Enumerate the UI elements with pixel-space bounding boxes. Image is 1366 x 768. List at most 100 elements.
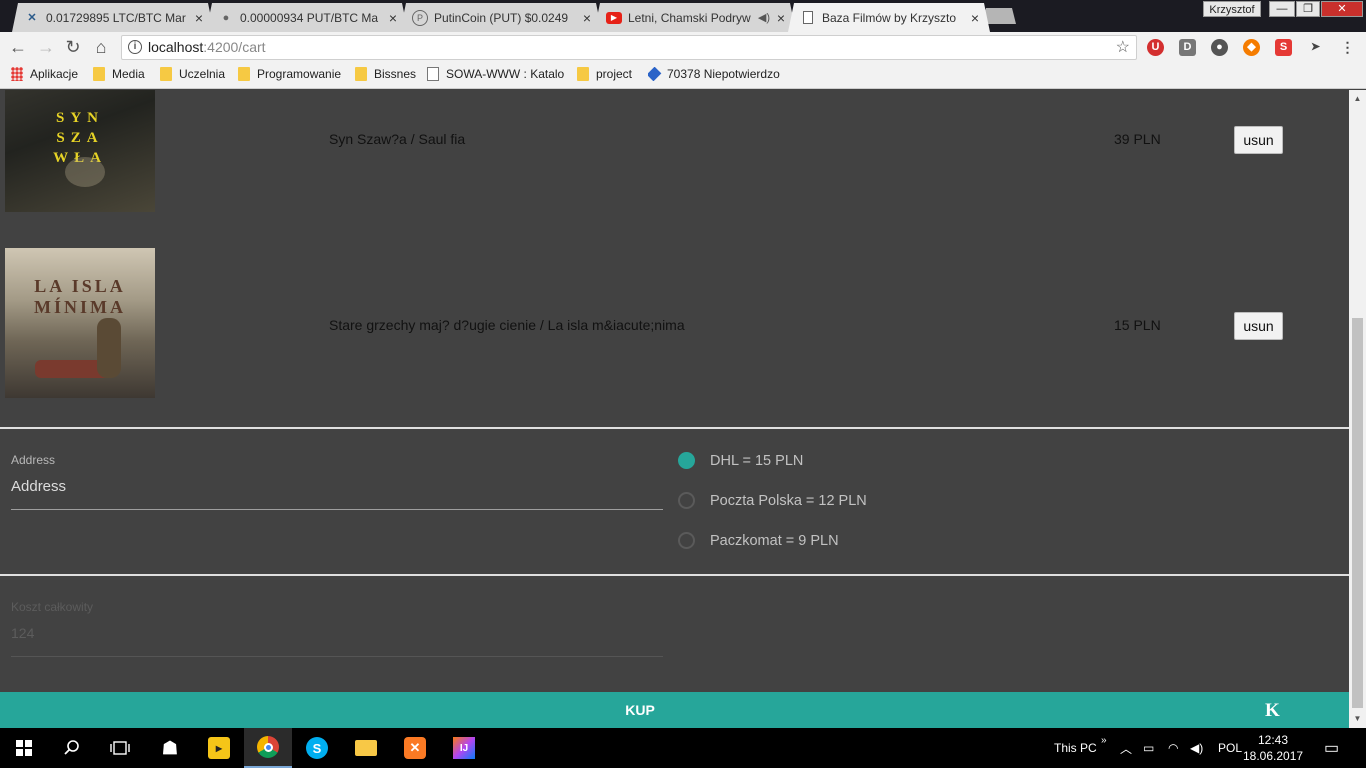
total-label: Koszt całkowity [11, 600, 94, 614]
movie-poster: LA ISLA MÍNIMA [5, 248, 155, 398]
bookmark-page[interactable]: SOWA-WWW : Katalo [427, 67, 564, 81]
close-tab-icon[interactable]: × [968, 10, 982, 26]
home-icon[interactable]: ⌂ [90, 36, 112, 58]
cart-item: SYN SZA WŁA Syn Szaw?a / Saul fia 39 PLN… [0, 90, 1349, 212]
scroll-down-icon[interactable]: ▼ [1349, 712, 1366, 726]
address-label: Address [11, 453, 56, 467]
scrollbar-thumb[interactable] [1352, 318, 1363, 708]
address-underline [11, 509, 663, 510]
movie-price: 15 PLN [1114, 317, 1161, 333]
speaker-icon[interactable]: ◀) [758, 11, 770, 24]
close-tab-icon[interactable]: × [386, 10, 400, 26]
bookmark-label: Bissnes [374, 67, 417, 81]
bookmark-link[interactable]: 70378 Niepotwierdzo [648, 67, 783, 81]
exchange-x-icon: ✕ [27, 12, 37, 24]
taskbar-app[interactable]: S [293, 728, 341, 768]
remove-item-button[interactable]: usun [1234, 312, 1283, 340]
shipping-option-paczkomat[interactable]: Paczkomat = 9 PLN [678, 532, 839, 549]
cart-item: LA ISLA MÍNIMA Stare grzechy maj? d?ugie… [0, 248, 1349, 398]
clock[interactable]: 12:43 18.06.2017 [1243, 732, 1303, 764]
bookmark-label: Media [112, 67, 145, 81]
toolbar-expand-icon[interactable]: » [1101, 720, 1107, 760]
youtube-icon: ▶ [606, 12, 622, 24]
skype-icon: S [306, 737, 328, 759]
cursor-extension-icon[interactable]: ➤ [1307, 39, 1324, 56]
extension-icon[interactable]: S [1275, 39, 1292, 56]
shipping-option-label: Paczkomat = 9 PLN [710, 532, 839, 549]
tab-title: Letni, Chamski Podryw [628, 10, 751, 25]
adblock-extension-icon[interactable]: U [1147, 39, 1164, 56]
movie-title: Stare grzechy maj? d?ugie cienie / La is… [329, 317, 685, 333]
windows-logo-icon [13, 737, 35, 759]
bookmark-folder[interactable]: Uczelnia [160, 67, 225, 81]
reload-icon[interactable]: ↻ [62, 36, 84, 58]
taskbar-app[interactable]: IJ [440, 728, 488, 768]
bookmark-label: 70378 Niepotwierdzo [667, 67, 780, 81]
notifications-icon[interactable]: ▭ [1324, 728, 1339, 768]
bookmarks-bar: Aplikacje Media Uczelnia Programowanie B… [0, 62, 1366, 89]
buy-button[interactable]: KUP K [0, 692, 1349, 728]
poster-title-text: LA ISLA MÍNIMA [34, 276, 126, 317]
remove-item-button[interactable]: usun [1234, 126, 1283, 154]
browser-tab-bar: ✕ 0.01729895 LTC/BTC Mar × ● 0.00000934 … [0, 0, 1366, 32]
back-icon[interactable]: ← [7, 36, 29, 58]
show-hidden-icons-icon[interactable]: ︿ [1120, 728, 1132, 768]
browser-tab[interactable]: ✕ 0.01729895 LTC/BTC Mar × [12, 3, 214, 32]
profile-button[interactable]: Krzysztof [1203, 1, 1261, 17]
address-input[interactable]: Address [11, 478, 66, 495]
volume-icon[interactable]: ◀) [1190, 728, 1203, 768]
address-bar[interactable]: i localhost:4200/cart ☆ [121, 35, 1137, 60]
battery-icon[interactable]: ▭ [1143, 728, 1154, 768]
browser-tab[interactable]: P PutinCoin (PUT) $0.0249 × [400, 3, 602, 32]
radio-selected-icon [678, 452, 695, 469]
coin-icon: P [412, 10, 428, 26]
forward-icon[interactable]: → [35, 36, 57, 58]
task-view-button[interactable] [96, 728, 144, 768]
restore-button[interactable]: ❐ [1296, 1, 1320, 17]
language-indicator[interactable]: POL [1218, 728, 1242, 768]
search-button[interactable] [48, 728, 96, 768]
shipping-option-poczta[interactable]: Poczta Polska = 12 PLN [678, 492, 867, 509]
section-divider [0, 427, 1349, 429]
taskbar-app[interactable]: ✕ [391, 728, 439, 768]
scroll-up-icon[interactable]: ▲ [1349, 92, 1366, 106]
menu-icon[interactable]: ⋮ [1339, 39, 1356, 56]
bookmark-label: Programowanie [257, 67, 342, 81]
url-host: localhost [148, 39, 204, 55]
taskbar-app[interactable]: ☗ [146, 728, 194, 768]
shipping-option-dhl[interactable]: DHL = 15 PLN [678, 452, 803, 469]
page-icon [427, 67, 439, 81]
bookmark-folder[interactable]: Media [93, 67, 145, 81]
bookmark-folder[interactable]: Bissnes [355, 67, 416, 81]
wifi-icon[interactable]: ◠ [1168, 728, 1178, 768]
this-pc-label[interactable]: This PC [1054, 728, 1097, 768]
fox-icon: ☗ [161, 737, 179, 758]
minimize-button[interactable]: — [1269, 1, 1295, 17]
movie-title: Syn Szaw?a / Saul fia [329, 131, 466, 147]
shipping-option-label: Poczta Polska = 12 PLN [710, 492, 867, 509]
close-tab-icon[interactable]: × [774, 10, 788, 26]
browser-tab-active[interactable]: Baza Filmów by Krzyszto × [788, 3, 990, 32]
extension-icon[interactable]: ◆ [1243, 39, 1260, 56]
taskbar-app-chrome[interactable] [244, 728, 292, 768]
extension-icon[interactable]: D [1179, 39, 1196, 56]
taskbar-app[interactable]: ▶ [195, 728, 243, 768]
start-button[interactable] [0, 728, 48, 768]
bookmark-apps[interactable]: Aplikacje [11, 67, 78, 81]
browser-tab[interactable]: ▶ Letni, Chamski Podryw ◀) × [594, 3, 796, 32]
intellij-icon: IJ [453, 737, 475, 759]
bookmark-folder[interactable]: project [577, 67, 632, 81]
bubbles-icon: ● [222, 11, 230, 24]
close-window-button[interactable]: ✕ [1321, 1, 1363, 17]
extension-icon[interactable]: ● [1211, 39, 1228, 56]
bookmark-folder[interactable]: Programowanie [238, 67, 341, 81]
taskbar-app[interactable] [342, 728, 390, 768]
info-icon[interactable]: i [128, 40, 142, 54]
bookmark-star-icon[interactable]: ☆ [1116, 36, 1130, 59]
close-tab-icon[interactable]: × [192, 10, 206, 26]
vertical-scrollbar[interactable]: ▲ ▼ [1349, 90, 1366, 728]
browser-tab[interactable]: ● 0.00000934 PUT/BTC Ma × [206, 3, 408, 32]
buy-label: KUP [625, 702, 655, 718]
clock-time: 12:43 [1257, 733, 1289, 747]
close-tab-icon[interactable]: × [580, 10, 594, 26]
